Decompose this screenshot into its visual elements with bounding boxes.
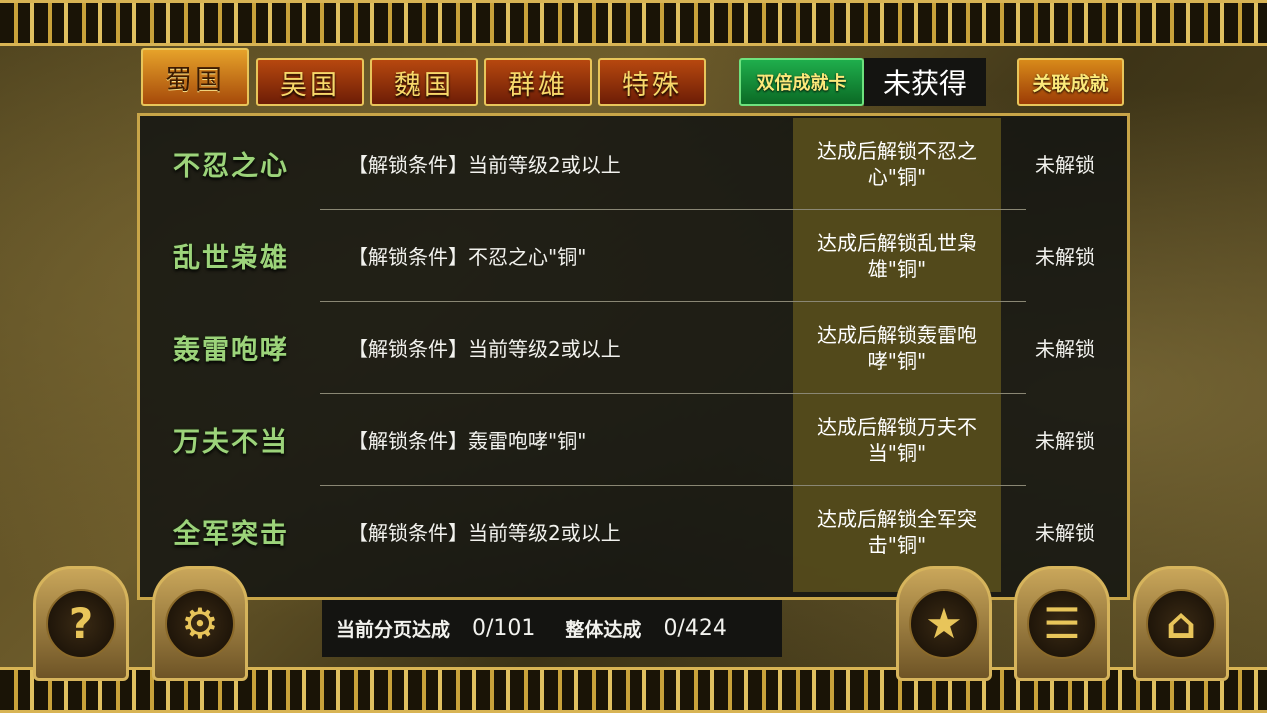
achievement-reward: 达成后解锁全军突击"铜" xyxy=(817,506,977,557)
achievement-row[interactable]: 万夫不当 【解锁条件】轰雷咆哮"铜" 达成后解锁万夫不当"铜" 未解锁 xyxy=(140,394,1128,485)
rank-star-icon: ★ xyxy=(909,588,979,659)
double-card-status: 未获得 xyxy=(864,58,986,106)
achievement-condition: 【解锁条件】当前等级2或以上 xyxy=(348,521,621,545)
achievement-state: 未解锁 xyxy=(1035,429,1095,453)
achievement-condition: 【解锁条件】不忍之心"铜" xyxy=(348,245,587,269)
double-achievement-card-button[interactable]: 双倍成就卡 xyxy=(739,58,864,106)
achievement-state: 未解锁 xyxy=(1035,337,1095,361)
list-button[interactable]: ☰ xyxy=(1014,566,1110,681)
settings-button[interactable]: ⚙ xyxy=(152,566,248,681)
achievement-reward: 达成后解锁轰雷咆哮"铜" xyxy=(817,322,977,373)
total-progress-value: 0/424 xyxy=(663,616,727,641)
achievement-condition: 【解锁条件】当前等级2或以上 xyxy=(348,337,621,361)
achievement-reward: 达成后解锁乱世枭雄"铜" xyxy=(817,230,977,281)
achievement-name: 全军突击 xyxy=(173,519,289,550)
achievement-reward: 达成后解锁不忍之心"铜" xyxy=(817,138,977,189)
tab-shu[interactable]: 蜀国 xyxy=(141,48,249,106)
help-button[interactable]: ? xyxy=(33,566,129,681)
achievement-condition: 【解锁条件】轰雷咆哮"铜" xyxy=(348,429,587,453)
related-achievements-button[interactable]: 关联成就 xyxy=(1017,58,1124,106)
tab-wu[interactable]: 吴国 xyxy=(256,58,364,106)
home-icon: ⌂ xyxy=(1146,588,1216,659)
rank-button[interactable]: ★ xyxy=(896,566,992,681)
list-icon: ☰ xyxy=(1027,588,1097,659)
top-ornament-border xyxy=(0,0,1267,46)
achievement-row[interactable]: 不忍之心 【解锁条件】当前等级2或以上 达成后解锁不忍之心"铜" 未解锁 xyxy=(140,118,1128,209)
achievement-state: 未解锁 xyxy=(1035,521,1095,545)
achievement-state: 未解锁 xyxy=(1035,153,1095,177)
question-mark-icon: ? xyxy=(46,588,116,659)
tab-qunxiong[interactable]: 群雄 xyxy=(484,58,592,106)
total-progress-label: 整体达成 xyxy=(565,619,642,641)
achievement-state: 未解锁 xyxy=(1035,245,1095,269)
gear-icon: ⚙ xyxy=(165,588,235,659)
achievement-reward: 达成后解锁万夫不当"铜" xyxy=(817,414,977,465)
achievement-name: 轰雷咆哮 xyxy=(173,335,289,366)
achievement-row[interactable]: 乱世枭雄 【解锁条件】不忍之心"铜" 达成后解锁乱世枭雄"铜" 未解锁 xyxy=(140,210,1128,301)
achievement-name: 乱世枭雄 xyxy=(173,243,289,274)
tab-special[interactable]: 特殊 xyxy=(598,58,706,106)
progress-summary: 当前分页达成 0/101 整体达成 0/424 xyxy=(322,600,782,657)
achievement-name: 不忍之心 xyxy=(173,151,289,182)
achievement-name: 万夫不当 xyxy=(173,427,289,458)
achievement-condition: 【解锁条件】当前等级2或以上 xyxy=(348,153,621,177)
page-progress-value: 0/101 xyxy=(472,616,536,641)
page-progress-label: 当前分页达成 xyxy=(336,619,451,641)
achievement-row[interactable]: 全军突击 【解锁条件】当前等级2或以上 达成后解锁全军突击"铜" 未解锁 xyxy=(140,486,1128,577)
achievement-row[interactable]: 轰雷咆哮 【解锁条件】当前等级2或以上 达成后解锁轰雷咆哮"铜" 未解锁 xyxy=(140,302,1128,393)
home-button[interactable]: ⌂ xyxy=(1133,566,1229,681)
tab-wei[interactable]: 魏国 xyxy=(370,58,478,106)
